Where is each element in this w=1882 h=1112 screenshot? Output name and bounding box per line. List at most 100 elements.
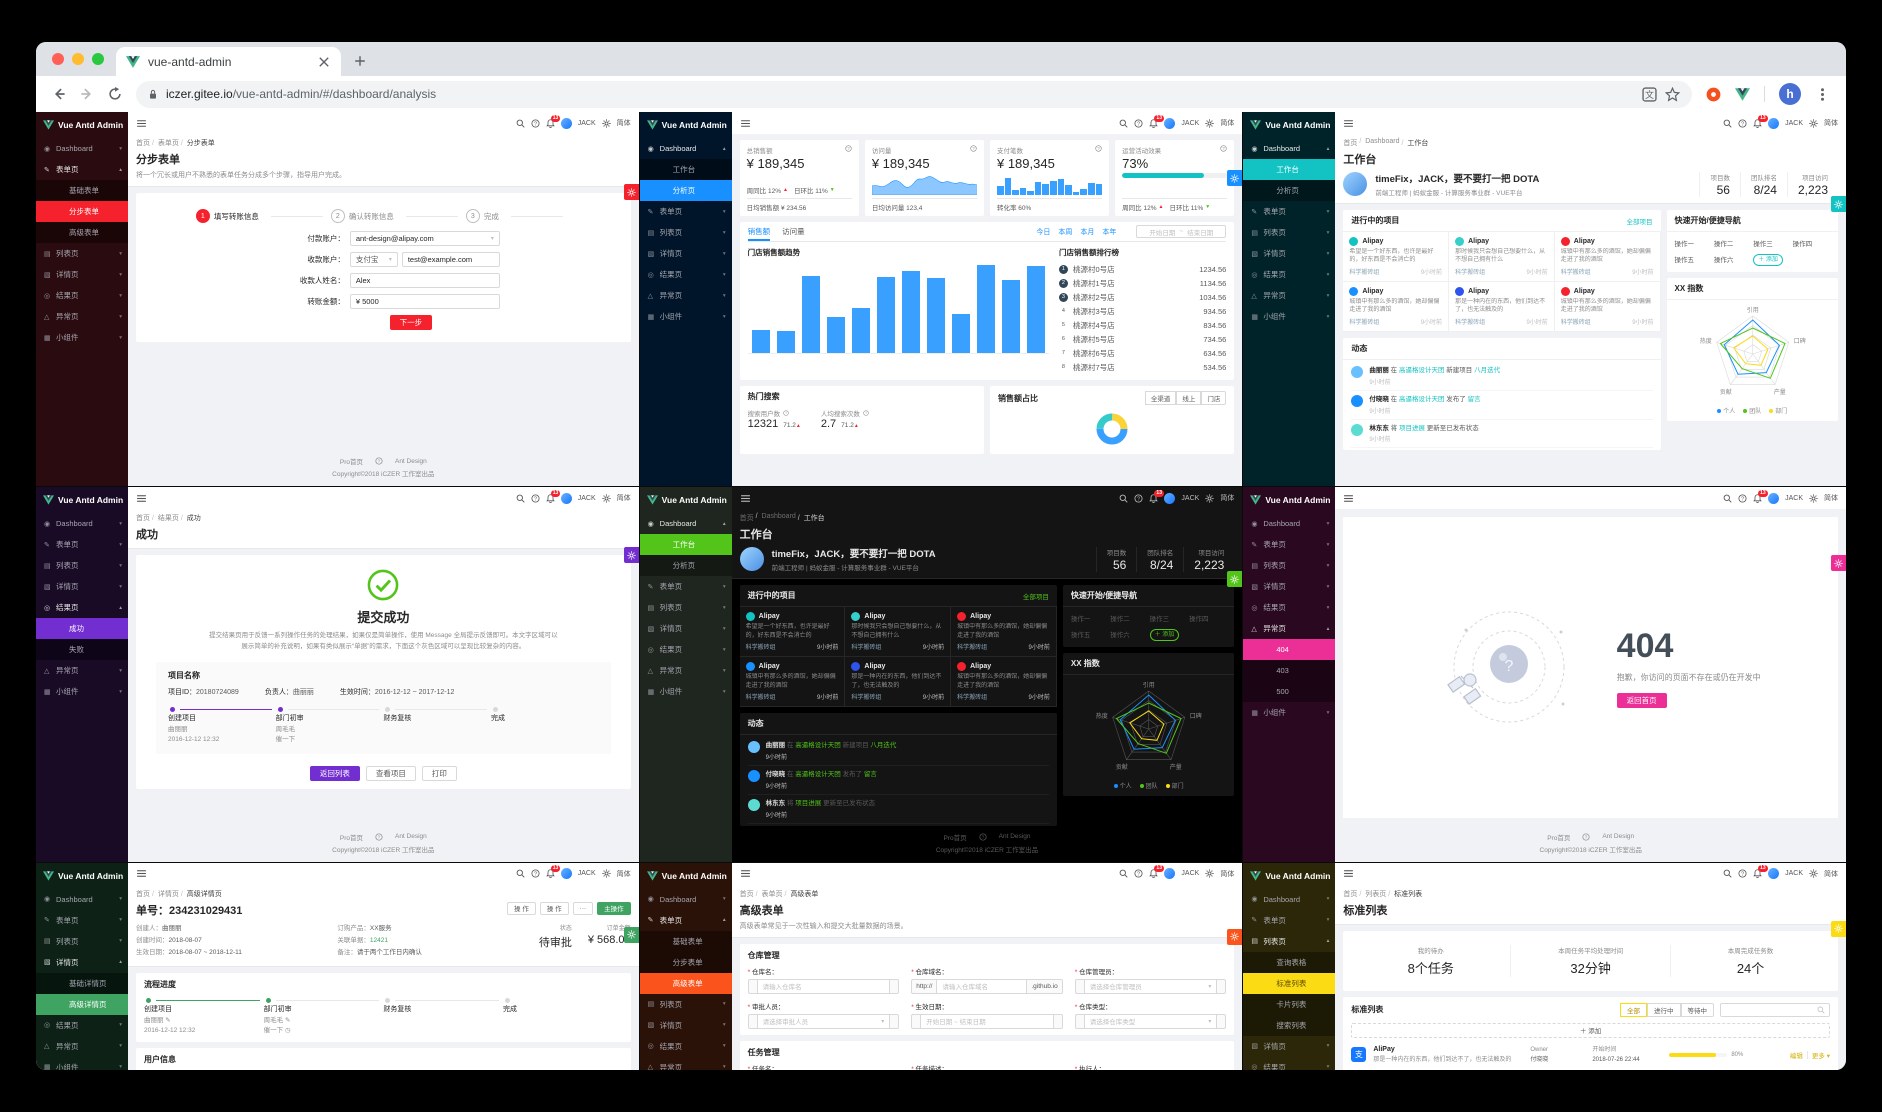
rank-row[interactable]: 1 桃源村0号店 1234.56 <box>1058 262 1226 276</box>
sidebar-item[interactable]: ◎ 结果页 ▾ <box>36 285 128 306</box>
sidebar-item[interactable]: ◉ Dashboard ▴ <box>640 138 732 159</box>
language-label[interactable]: 简体 <box>617 493 631 503</box>
sidebar-item[interactable]: 工作台 <box>639 159 732 180</box>
maximize-window-button[interactable] <box>92 53 104 65</box>
sidebar-item[interactable]: 工作台 <box>1243 159 1336 180</box>
close-window-button[interactable] <box>52 53 64 65</box>
sidebar-item[interactable]: ▤ 列表页 ▾ <box>1243 555 1335 576</box>
sidebar-item[interactable]: ◎ 结果页 ▾ <box>1243 264 1335 285</box>
theme-settings-button[interactable] <box>1227 170 1243 186</box>
project-group[interactable]: 科学搬砖组 <box>851 692 881 701</box>
github-icon[interactable] <box>979 833 987 841</box>
project-group[interactable]: 科学搬砖组 <box>1561 267 1591 276</box>
breadcrumb-item[interactable]: 首页 <box>740 889 754 899</box>
channel-button[interactable]: 线上 <box>1176 391 1202 405</box>
date-range-picker[interactable]: 开始日期 ~ 结束日期 <box>1136 225 1227 238</box>
notification-bell[interactable]: 13 <box>1753 114 1768 128</box>
pay-account-select[interactable]: ant-design@alipay.com ▾ <box>349 231 500 246</box>
sidebar-item[interactable]: ◉ Dashboard ▴ <box>640 513 732 534</box>
search-icon[interactable] <box>1119 494 1128 503</box>
sidebar-item[interactable]: ◎ 结果页 ▴ <box>36 597 128 618</box>
settings-icon[interactable] <box>1809 494 1818 503</box>
user-avatar[interactable] <box>560 868 572 879</box>
project-group[interactable]: 科学搬砖组 <box>1349 267 1379 276</box>
help-icon[interactable] <box>1738 494 1747 503</box>
user-avatar[interactable] <box>1768 492 1780 504</box>
settings-icon[interactable] <box>602 494 611 503</box>
more-link[interactable]: 更多 ▾ <box>1812 1050 1830 1060</box>
theme-settings-button[interactable] <box>623 184 639 200</box>
reload-button[interactable] <box>108 87 122 101</box>
user-avatar[interactable] <box>1768 117 1780 129</box>
user-avatar[interactable] <box>1164 868 1176 879</box>
app-logo[interactable]: Vue Antd Admin <box>640 112 732 138</box>
notification-bell[interactable]: 13 <box>1149 865 1164 878</box>
rank-row[interactable]: 8 桃源村7号店 534.56 <box>1059 360 1226 374</box>
activity-link[interactable]: 高逼格设计天团 <box>1399 396 1445 403</box>
notification-bell[interactable]: 13 <box>1753 865 1768 878</box>
theme-settings-button[interactable] <box>1831 920 1846 937</box>
filter-button[interactable]: 等待中 <box>1680 1002 1714 1017</box>
collapse-menu-icon[interactable] <box>740 868 751 879</box>
breadcrumb-item[interactable]: Dashboard <box>1357 138 1399 148</box>
sidebar-item[interactable]: 基础表单 <box>639 930 732 952</box>
browser-tab[interactable]: vue-antd-admin <box>116 47 341 76</box>
legend-item[interactable]: 个人 <box>1113 781 1132 790</box>
collapse-menu-icon[interactable] <box>740 118 751 129</box>
sidebar-item[interactable]: ✎ 表单页 ▾ <box>640 201 732 222</box>
sidebar-item[interactable]: ✎ 表单页 ▾ <box>1243 201 1335 222</box>
filter-button[interactable]: 全部 <box>1620 1002 1647 1017</box>
activity-link[interactable]: 高逼格设计天团 <box>1399 367 1445 374</box>
new-tab-button[interactable] <box>347 48 373 74</box>
tab-sales[interactable]: 销售额 <box>748 222 771 241</box>
sidebar-item[interactable]: ▧ 详情页 ▾ <box>640 1015 732 1036</box>
project-card[interactable]: Alipay 那时候我只会想自己想要什么，从不想自己拥有什么 科学搬砖组 9小时前 <box>1449 232 1555 282</box>
sidebar-item[interactable]: ◎ 结果页 ▾ <box>640 264 732 285</box>
language-label[interactable]: 简体 <box>617 118 631 128</box>
minimize-window-button[interactable] <box>72 53 84 65</box>
breadcrumb-item[interactable]: 结果页 <box>150 513 179 523</box>
sidebar-item[interactable]: ✎ 表单页 ▾ <box>36 534 128 555</box>
footer-pro-link[interactable]: Pro首页 <box>944 832 967 842</box>
breadcrumb-item[interactable]: 首页 <box>1343 138 1357 148</box>
theme-settings-button[interactable] <box>1227 928 1243 945</box>
help-icon[interactable] <box>531 494 540 503</box>
project-card[interactable]: Alipay 城镇中有那么多的酒馆，她却偏偏走进了我的酒馆 科学搬砖组 9小时前 <box>1343 282 1450 332</box>
user-name[interactable]: JACK <box>1785 870 1803 877</box>
sidebar-item[interactable]: 高级详情页 <box>36 993 128 1015</box>
sidebar-item[interactable]: ▦ 小组件 ▾ <box>1243 702 1335 723</box>
sidebar-item[interactable]: 分析页 <box>639 180 732 201</box>
footer-antd-link[interactable]: Ant Design <box>1602 833 1634 840</box>
activity-user[interactable]: 林东东 <box>766 800 786 807</box>
back-button[interactable] <box>52 87 66 101</box>
result-button[interactable]: 返回列表 <box>309 765 360 781</box>
sidebar-item[interactable]: ◉ Dashboard ▾ <box>36 889 128 910</box>
theme-settings-button[interactable] <box>1831 196 1846 212</box>
footer-antd-link[interactable]: Ant Design <box>999 833 1031 840</box>
sidebar-item[interactable]: ▦ 小组件 ▾ <box>36 327 128 348</box>
result-button[interactable]: 打印 <box>421 765 457 781</box>
quick-link[interactable]: 操作四 <box>1189 613 1226 623</box>
settings-icon[interactable] <box>1205 494 1214 503</box>
collapse-menu-icon[interactable] <box>136 868 147 879</box>
search-icon[interactable] <box>1723 869 1732 878</box>
step-note[interactable]: 2016-12-12 12:32 <box>144 1026 264 1036</box>
project-group[interactable]: 科学搬砖组 <box>851 642 881 651</box>
quick-link[interactable]: 操作二 <box>1714 238 1751 248</box>
sidebar-item[interactable]: 基础详情页 <box>36 972 128 994</box>
sidebar-item[interactable]: 搜索列表 <box>1243 1014 1336 1036</box>
project-card[interactable]: Alipay 那时候我只会想自己想要什么，从不想自己拥有什么 科学搬砖组 9小时前 <box>845 607 952 658</box>
sidebar-item[interactable]: 403 <box>1243 660 1336 682</box>
sidebar-item[interactable]: 404 <box>1243 639 1336 661</box>
info-icon[interactable] <box>845 145 852 152</box>
user-name[interactable]: JACK <box>578 120 596 127</box>
breadcrumb-item[interactable]: 高级表单 <box>783 889 818 899</box>
search-icon[interactable] <box>516 494 525 503</box>
project-card[interactable]: Alipay 城镇中有那么多的酒馆，她却偏偏走进了我的酒馆 科学搬砖组 9小时前 <box>739 657 846 708</box>
info-icon[interactable] <box>783 410 789 416</box>
sidebar-item[interactable]: ▤ 列表页 ▾ <box>1243 222 1335 243</box>
sidebar-item[interactable]: 失败 <box>36 639 128 661</box>
user-name[interactable]: JACK <box>578 495 596 502</box>
channel-button[interactable]: 全渠道 <box>1144 391 1177 405</box>
sidebar-item[interactable]: ▧ 详情页 ▾ <box>640 243 732 264</box>
